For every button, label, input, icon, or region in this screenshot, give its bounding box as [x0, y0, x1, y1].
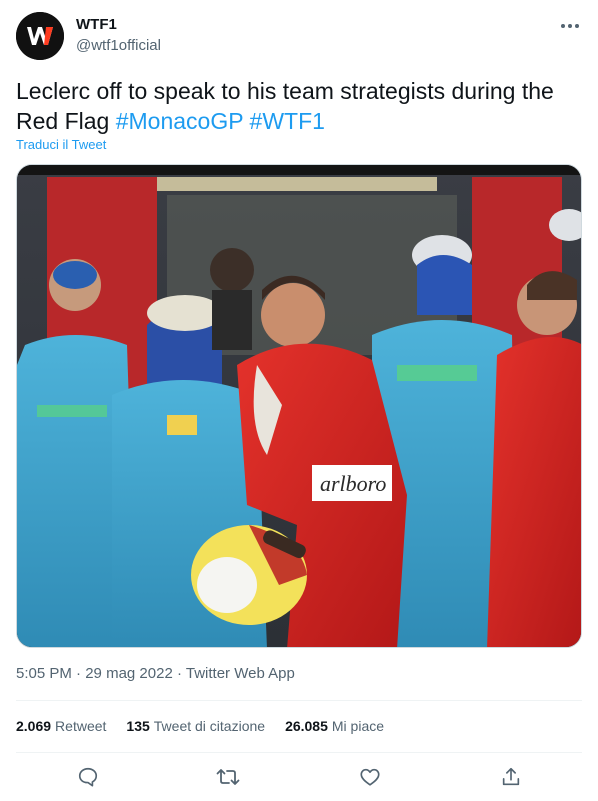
action-bar: [0, 762, 598, 792]
translate-tweet-link[interactable]: Traduci il Tweet: [16, 137, 106, 152]
tweet-text: Leclerc off to speak to his team strateg…: [16, 76, 582, 136]
retweet-icon[interactable]: [213, 762, 243, 792]
like-stat[interactable]: 26.085 Mi piace: [285, 718, 384, 734]
hashtag-wtf1[interactable]: #WTF1: [250, 108, 325, 134]
meta-separator: ·: [176, 665, 182, 682]
svg-text:arlboro: arlboro: [320, 471, 386, 496]
hashtag-monacogp[interactable]: #MonacoGP: [116, 108, 243, 134]
like-icon[interactable]: [355, 762, 385, 792]
author-handle[interactable]: @wtf1official: [76, 37, 161, 54]
retweet-stat[interactable]: 2.069 Retweet: [16, 718, 106, 734]
retweet-count: 2.069: [16, 718, 52, 734]
divider: [16, 752, 582, 753]
tweet-date[interactable]: 29 mag 2022: [85, 665, 173, 682]
tweet-photo[interactable]: arlboro: [16, 164, 582, 648]
like-label: Mi piace: [331, 718, 385, 734]
meta-separator: ·: [76, 665, 82, 682]
quote-label: Tweet di citazione: [153, 718, 266, 734]
tweet-stats: 2.069 Retweet 135 Tweet di citazione 26.08…: [16, 718, 384, 734]
share-icon[interactable]: [496, 762, 526, 792]
tweet-time[interactable]: 5:05 PM: [16, 665, 72, 682]
quote-count: 135: [126, 718, 150, 734]
avatar[interactable]: [16, 12, 64, 60]
tweet-meta: 5:05 PM · 29 mag 2022 · Twitter Web App: [16, 665, 295, 682]
tweet-source[interactable]: Twitter Web App: [186, 665, 295, 682]
wtf1-logo-icon: [16, 12, 64, 60]
retweet-label: Retweet: [55, 718, 107, 734]
more-options-icon[interactable]: [558, 14, 582, 38]
divider: [16, 700, 582, 701]
reply-icon[interactable]: [73, 762, 103, 792]
like-count: 26.085: [285, 718, 328, 734]
author-name[interactable]: WTF1: [76, 16, 117, 33]
quote-stat[interactable]: 135 Tweet di citazione: [126, 718, 265, 734]
